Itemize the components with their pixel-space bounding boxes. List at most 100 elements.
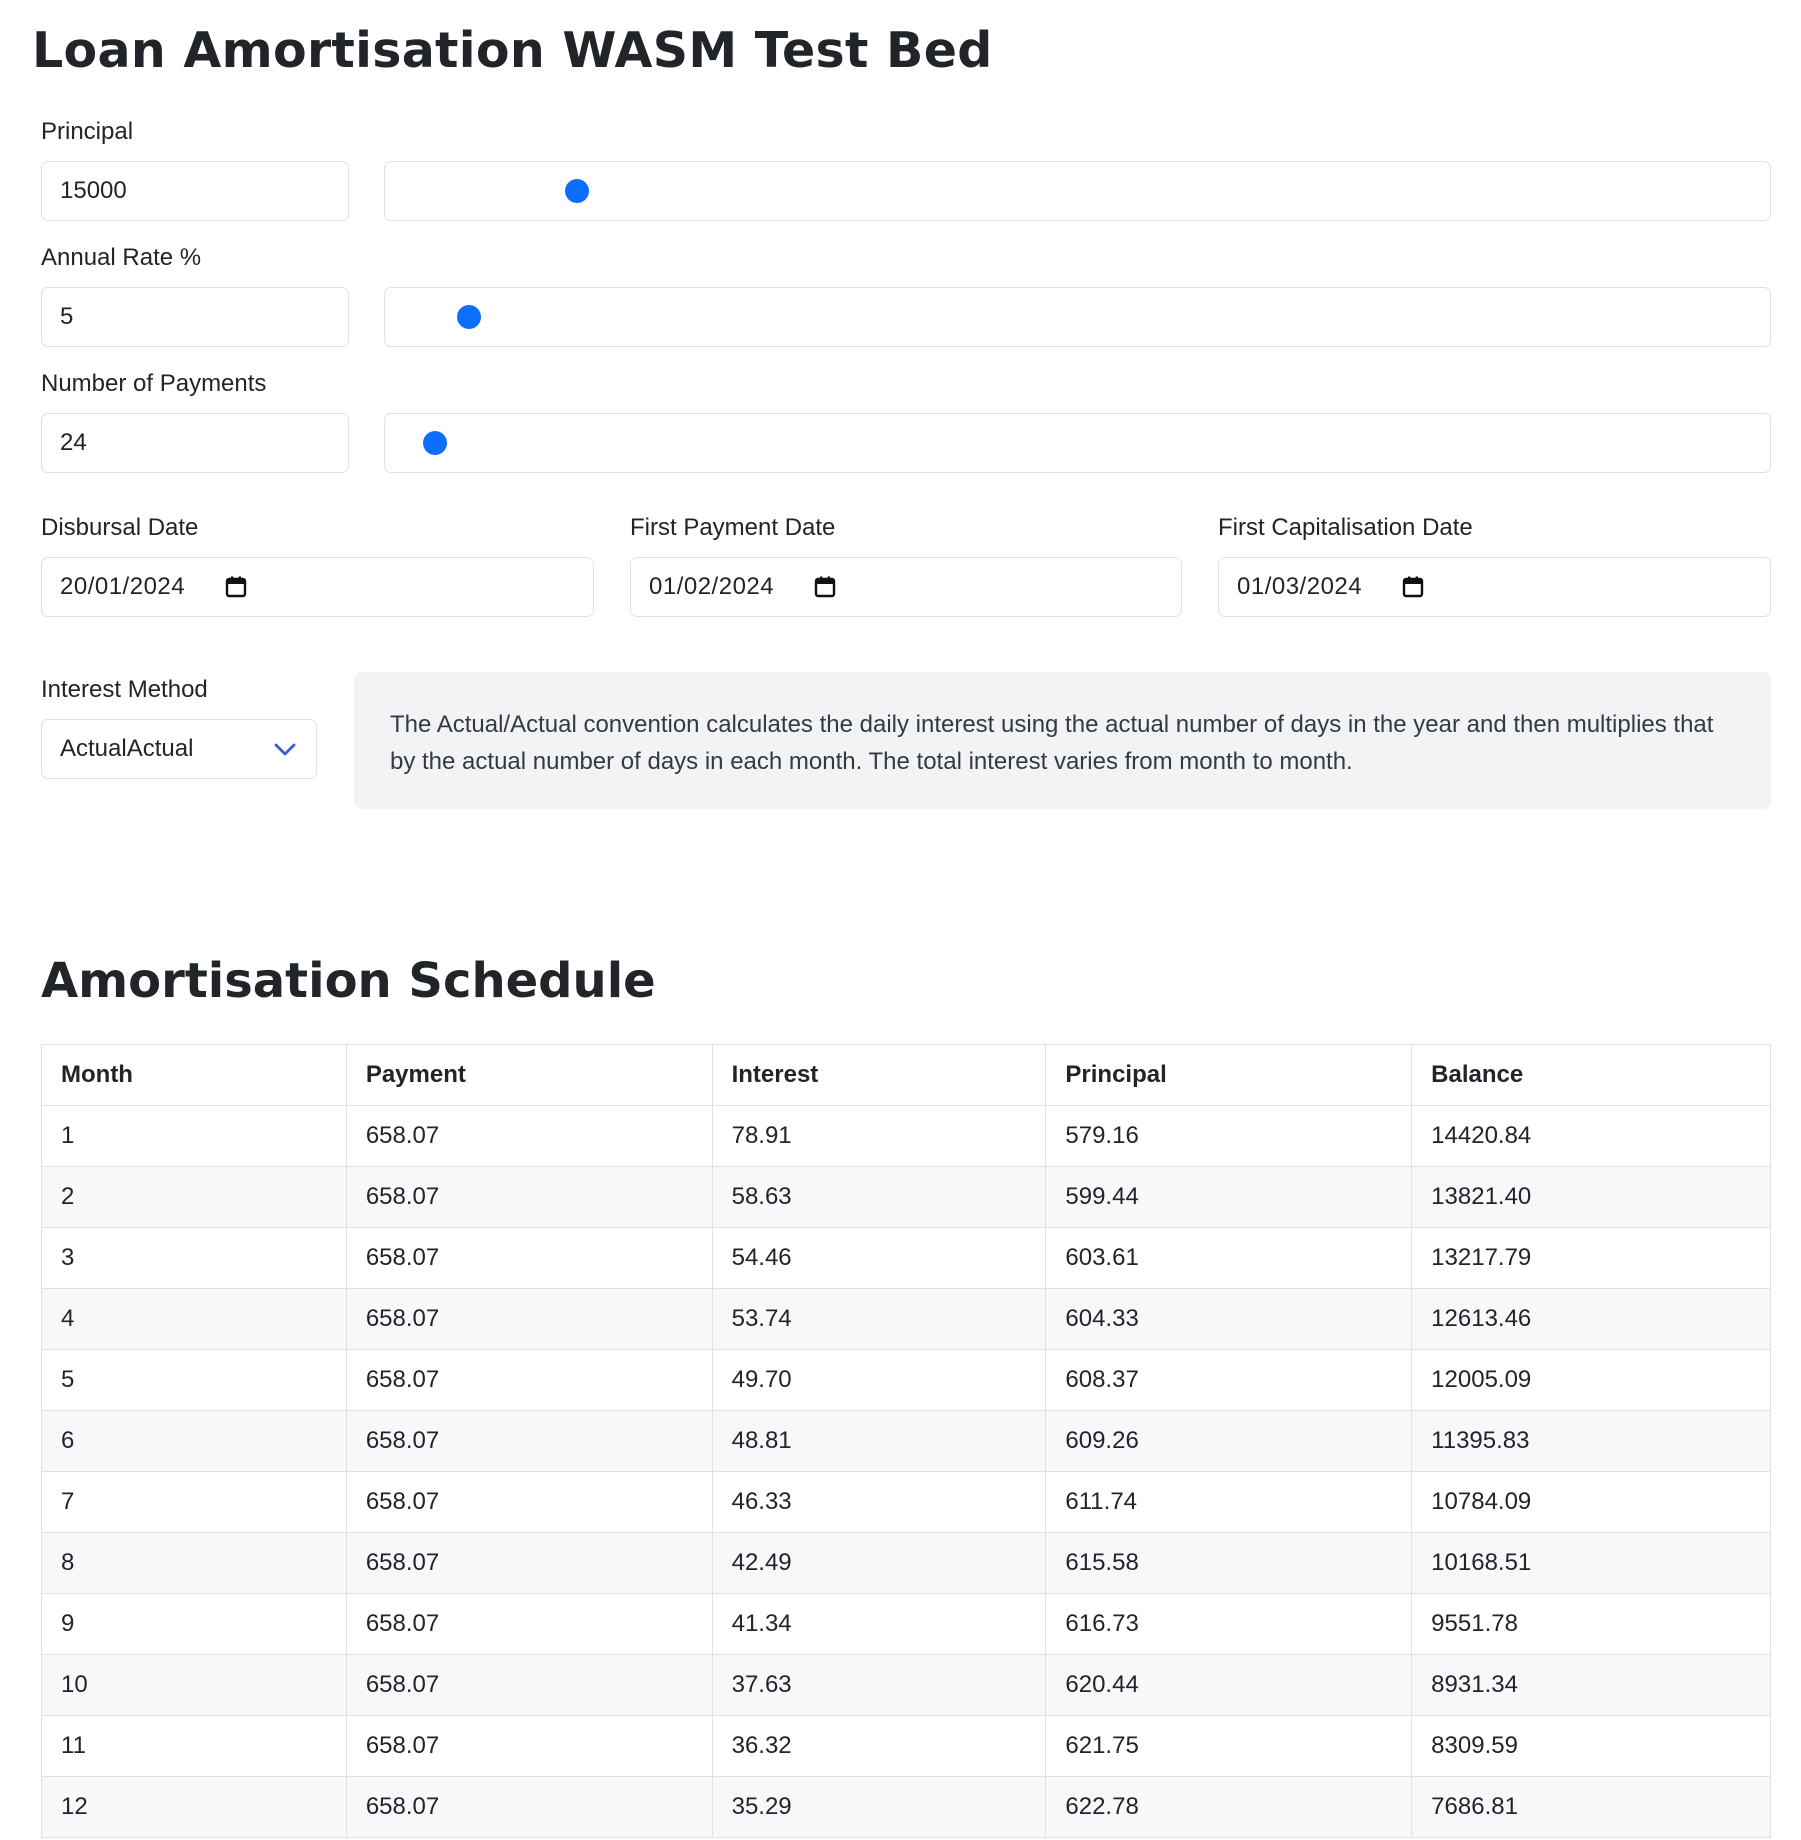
- column-header-principal: Principal: [1045, 1044, 1413, 1106]
- cell-interest: 35.29: [711, 1776, 1047, 1838]
- cell-payment: 658.07: [345, 1776, 713, 1838]
- cell-month: 7: [41, 1471, 347, 1533]
- cell-payment: 658.07: [345, 1105, 713, 1167]
- cell-month: 10: [41, 1654, 347, 1716]
- cell-payment: 658.07: [345, 1410, 713, 1472]
- cell-payment: 658.07: [345, 1349, 713, 1411]
- annual-rate-label: Annual Rate %: [41, 244, 202, 271]
- cell-interest: 42.49: [711, 1532, 1047, 1594]
- first-payment-date-input[interactable]: 01/02/2024: [630, 557, 1182, 617]
- interest-method-label: Interest Method: [41, 676, 208, 703]
- cell-interest: 48.81: [711, 1410, 1047, 1472]
- principal-input[interactable]: 15000: [41, 161, 349, 221]
- disbursal-date-label: Disbursal Date: [41, 514, 199, 541]
- cell-interest: 49.70: [711, 1349, 1047, 1411]
- cell-month: 9: [41, 1593, 347, 1655]
- cell-interest: 36.32: [711, 1715, 1047, 1777]
- cell-interest: 78.91: [711, 1105, 1047, 1167]
- cell-principal: 611.74: [1045, 1471, 1413, 1533]
- cell-principal: 599.44: [1045, 1166, 1413, 1228]
- table-row: 2 658.07 58.63 599.44 13821.40: [41, 1166, 1771, 1228]
- num-payments-input[interactable]: 24: [41, 413, 349, 473]
- cell-balance: 13821.40: [1411, 1166, 1771, 1228]
- cell-month: 2: [41, 1166, 347, 1228]
- table-header-row: Month Payment Interest Principal Balance: [41, 1044, 1771, 1106]
- cell-interest: 46.33: [711, 1471, 1047, 1533]
- table-row: 9 658.07 41.34 616.73 9551.78: [41, 1593, 1771, 1655]
- cell-month: 4: [41, 1288, 347, 1350]
- interest-method-select[interactable]: ActualActual: [41, 719, 317, 779]
- cell-principal: 579.16: [1045, 1105, 1413, 1167]
- cell-principal: 604.33: [1045, 1288, 1413, 1350]
- annual-rate-slider[interactable]: [384, 287, 1771, 347]
- cell-interest: 37.63: [711, 1654, 1047, 1716]
- cell-principal: 609.26: [1045, 1410, 1413, 1472]
- cell-payment: 658.07: [345, 1715, 713, 1777]
- disbursal-date-value: 20/01/2024: [60, 573, 186, 600]
- cell-payment: 658.07: [345, 1227, 713, 1289]
- calendar-icon[interactable]: [1402, 576, 1424, 598]
- column-header-month: Month: [41, 1044, 347, 1106]
- cell-month: 11: [41, 1715, 347, 1777]
- first-capitalisation-date-label: First Capitalisation Date: [1218, 514, 1473, 541]
- column-header-interest: Interest: [711, 1044, 1047, 1106]
- cell-balance: 12613.46: [1411, 1288, 1771, 1350]
- num-payments-value: 24: [60, 429, 87, 456]
- principal-slider[interactable]: [384, 161, 1771, 221]
- cell-principal: 616.73: [1045, 1593, 1413, 1655]
- principal-slider-thumb[interactable]: [565, 179, 589, 203]
- calendar-icon[interactable]: [814, 576, 836, 598]
- annual-rate-value: 5: [60, 303, 74, 330]
- table-row: 3 658.07 54.46 603.61 13217.79: [41, 1227, 1771, 1289]
- cell-balance: 8931.34: [1411, 1654, 1771, 1716]
- cell-balance: 13217.79: [1411, 1227, 1771, 1289]
- cell-balance: 10168.51: [1411, 1532, 1771, 1594]
- schedule-title: Amortisation Schedule: [41, 953, 656, 1009]
- annual-rate-input[interactable]: 5: [41, 287, 349, 347]
- cell-interest: 58.63: [711, 1166, 1047, 1228]
- table-row: 12 658.07 35.29 622.78 7686.81: [41, 1776, 1771, 1838]
- cell-month: 8: [41, 1532, 347, 1594]
- cell-month: 12: [41, 1776, 347, 1838]
- cell-interest: 41.34: [711, 1593, 1047, 1655]
- interest-method-description-text: The Actual/Actual convention calculates …: [390, 711, 1714, 775]
- num-payments-slider[interactable]: [384, 413, 1771, 473]
- cell-payment: 658.07: [345, 1166, 713, 1228]
- cell-balance: 8309.59: [1411, 1715, 1771, 1777]
- cell-payment: 658.07: [345, 1593, 713, 1655]
- principal-label: Principal: [41, 118, 134, 145]
- disbursal-date-input[interactable]: 20/01/2024: [41, 557, 594, 617]
- amortisation-table: Month Payment Interest Principal Balance…: [41, 1044, 1771, 1838]
- cell-principal: 621.75: [1045, 1715, 1413, 1777]
- table-row: 4 658.07 53.74 604.33 12613.46: [41, 1288, 1771, 1350]
- first-capitalisation-date-input[interactable]: 01/03/2024: [1218, 557, 1771, 617]
- chevron-down-icon: [272, 736, 298, 762]
- first-payment-date-value: 01/02/2024: [649, 573, 775, 600]
- table-row: 5 658.07 49.70 608.37 12005.09: [41, 1349, 1771, 1411]
- page: Loan Amortisation WASM Test Bed Principa…: [0, 0, 1801, 1840]
- cell-balance: 7686.81: [1411, 1776, 1771, 1838]
- table-row: 8 658.07 42.49 615.58 10168.51: [41, 1532, 1771, 1594]
- cell-balance: 11395.83: [1411, 1410, 1771, 1472]
- cell-principal: 622.78: [1045, 1776, 1413, 1838]
- first-payment-date-label: First Payment Date: [630, 514, 836, 541]
- cell-month: 3: [41, 1227, 347, 1289]
- cell-interest: 54.46: [711, 1227, 1047, 1289]
- table-row: 1 658.07 78.91 579.16 14420.84: [41, 1105, 1771, 1167]
- calendar-icon[interactable]: [225, 576, 247, 598]
- table-row: 10 658.07 37.63 620.44 8931.34: [41, 1654, 1771, 1716]
- num-payments-label: Number of Payments: [41, 370, 267, 397]
- cell-principal: 615.58: [1045, 1532, 1413, 1594]
- cell-payment: 658.07: [345, 1471, 713, 1533]
- interest-method-value: ActualActual: [60, 735, 194, 762]
- cell-payment: 658.07: [345, 1654, 713, 1716]
- cell-payment: 658.07: [345, 1288, 713, 1350]
- page-title: Loan Amortisation WASM Test Bed: [32, 22, 993, 79]
- column-header-payment: Payment: [345, 1044, 713, 1106]
- annual-rate-slider-thumb[interactable]: [457, 305, 481, 329]
- num-payments-slider-thumb[interactable]: [423, 431, 447, 455]
- cell-month: 1: [41, 1105, 347, 1167]
- first-capitalisation-date-value: 01/03/2024: [1237, 573, 1363, 600]
- interest-method-description: The Actual/Actual convention calculates …: [354, 672, 1771, 809]
- table-row: 7 658.07 46.33 611.74 10784.09: [41, 1471, 1771, 1533]
